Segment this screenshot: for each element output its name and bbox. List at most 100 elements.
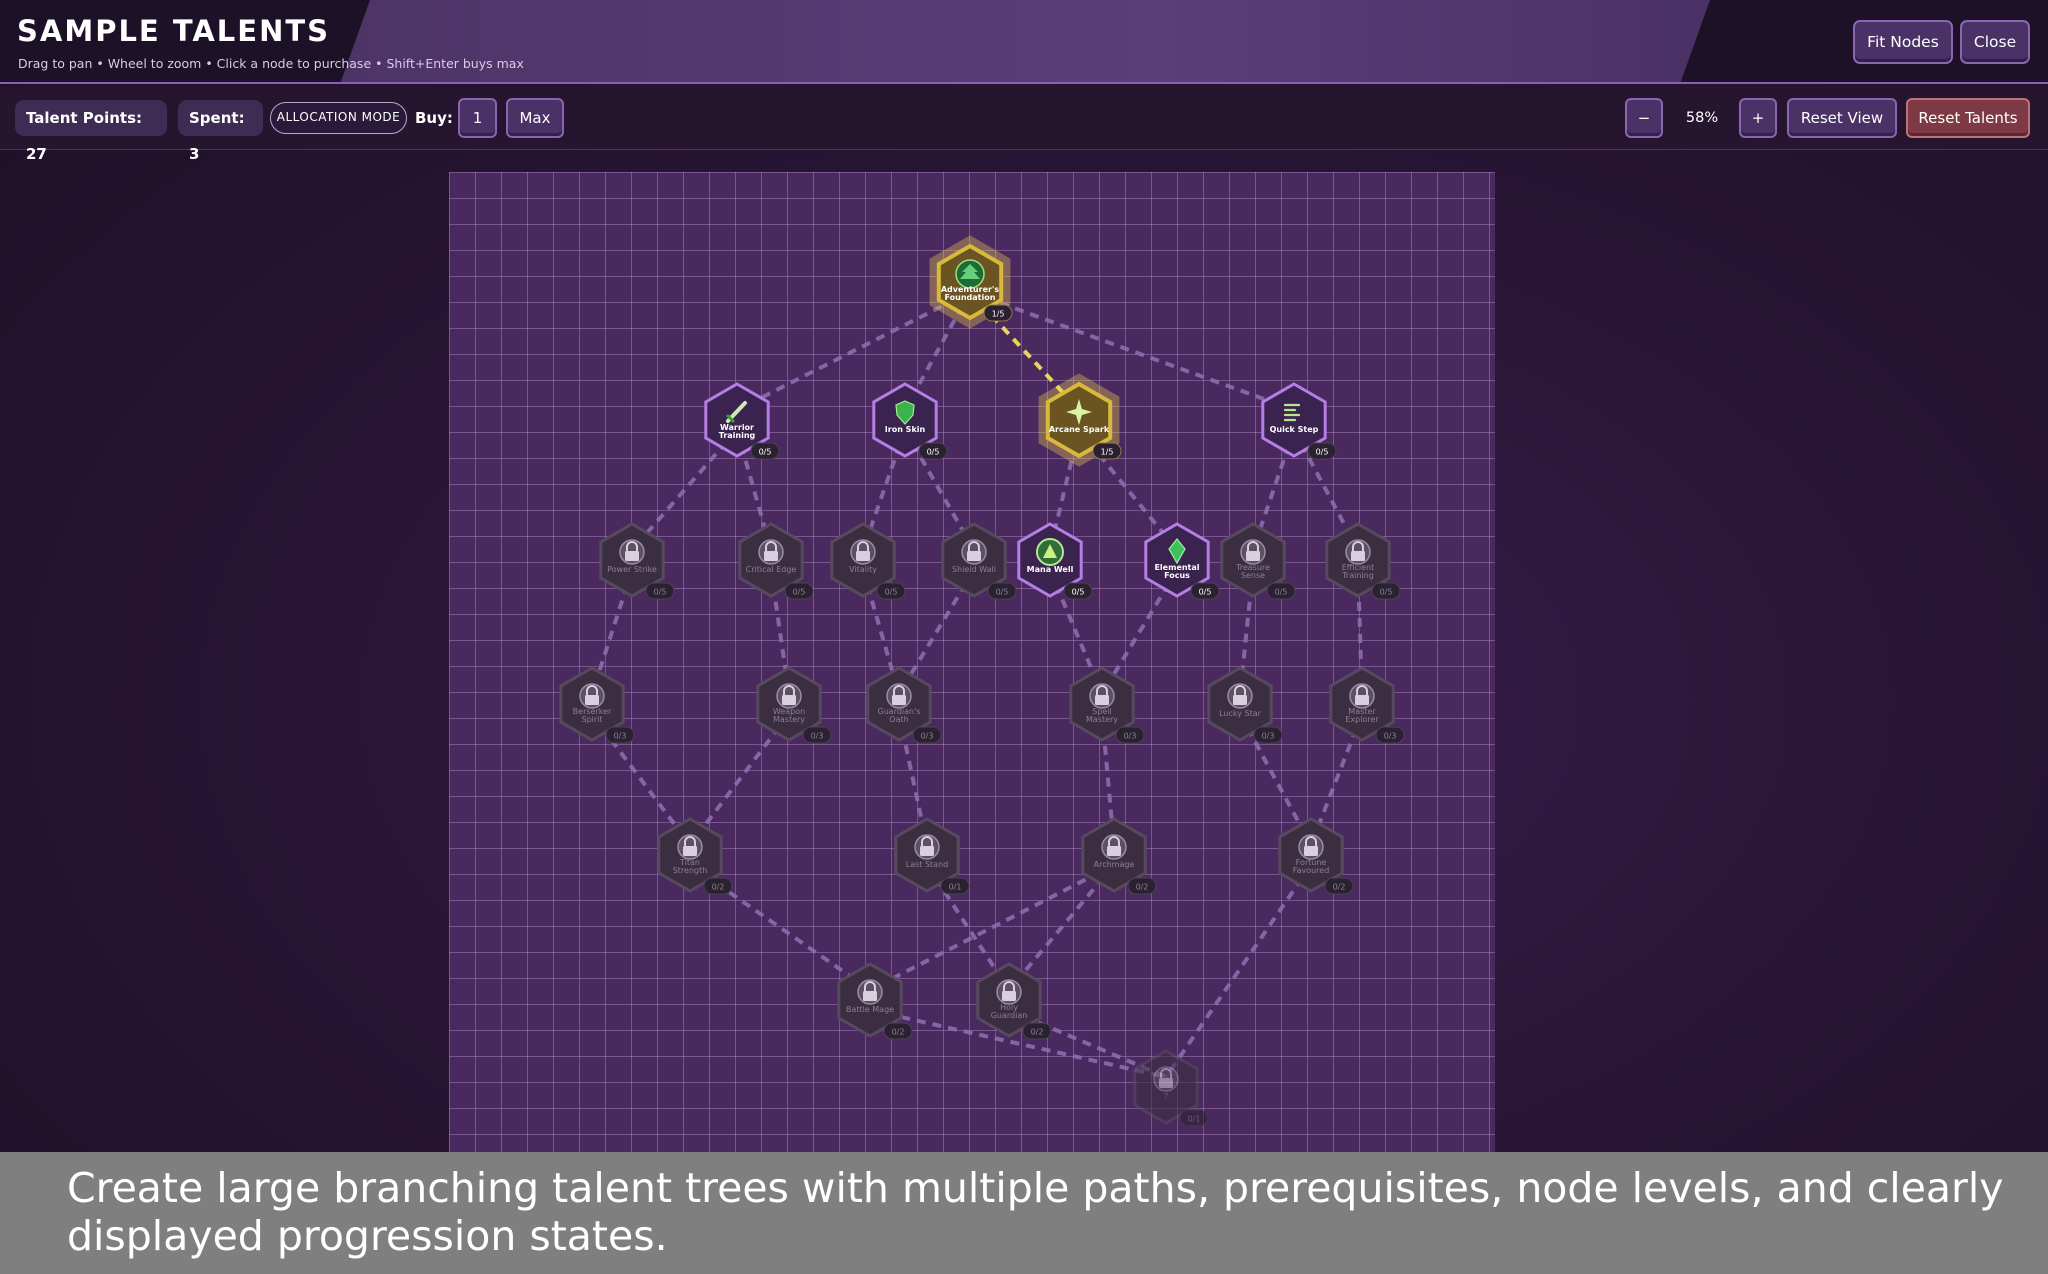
level-text: 0/5 [1275,588,1288,597]
node-label: Explorer [1345,715,1379,724]
level-text: 1/5 [1101,448,1114,457]
node-label: Oath [889,715,908,724]
lock-icon [619,539,645,565]
level-text: 0/5 [885,588,898,597]
node-label: Critical Edge [746,565,797,574]
lock-icon [850,539,876,565]
node-label: Archmage [1094,860,1135,869]
talent-node-treasure-sense[interactable]: TreasureSense0/5 [1220,522,1296,600]
level-text: 0/5 [1199,588,1212,597]
talent-node-archmage[interactable]: Archmage 0/2 [1081,817,1157,895]
lock-icon [1101,834,1127,860]
level-text: 0/3 [811,732,824,741]
node-label: Quick Step [1270,425,1319,434]
talent-node-efficient-training[interactable]: EfficientTraining0/5 [1325,522,1401,600]
talent-node-critical-edge[interactable]: Critical Edge 0/5 [738,522,814,600]
level-text: 0/1 [949,883,962,892]
talent-node-titan-strength[interactable]: TitanStrength0/2 [657,817,733,895]
level-text: 0/2 [712,883,725,892]
level-text: 0/3 [1262,732,1275,741]
talent-node-shield-wall[interactable]: Shield Wall 0/5 [941,522,1017,600]
talent-node-guardians-oath[interactable]: Guardian'sOath0/3 [866,666,942,744]
zoom-level-readout: 58% [1685,110,1719,126]
talent-node-adventurers-foundation[interactable]: Adventurer'sFoundation1/5 [929,235,1013,329]
lock-icon [677,834,703,860]
talent-node-elemental-focus[interactable]: ElementalFocus0/5 [1144,522,1220,600]
node-label: Battle Mage [846,1005,894,1014]
lock-icon [1298,834,1324,860]
talent-points-badge: Talent Points: 27 [15,100,167,163]
talent-node-iron-skin[interactable]: Iron Skin 0/5 [872,382,948,460]
level-text: 0/5 [1316,448,1329,457]
mana-icon [1036,538,1064,566]
talent-tree-canvas[interactable]: Adventurer's Foundation 1/5 Warrior Training… [449,172,1495,1152]
buy-one-button[interactable]: 1 [458,98,497,138]
lock-icon [961,539,987,565]
level-text: 0/3 [1124,732,1137,741]
lock-icon [914,834,940,860]
lock-icon [1089,683,1115,709]
fit-nodes-button[interactable]: Fit Nodes [1853,20,1953,64]
talent-node-hidden-capstone[interactable]: ? 0/1 [1133,1049,1209,1127]
talent-node-spell-mastery[interactable]: SpellMastery0/3 [1069,666,1145,744]
allocation-mode-toggle[interactable]: ALLOCATION MODE [270,102,407,134]
level-text: 0/5 [793,588,806,597]
level-text: 0/5 [1072,588,1085,597]
zoom-in-button[interactable]: + [1739,98,1777,138]
talent-node-holy-guardian[interactable]: HolyGuardian0/2 [976,962,1052,1040]
connection-adventurers-foundation-to-warrior-training [736,290,971,412]
talent-node-vitality[interactable]: Vitality 0/5 [830,522,906,600]
connection-fortune-favoured-to-hidden-capstone [1164,863,1313,1079]
node-label: Strength [673,866,708,875]
caption-text: Create large branching talent trees with… [67,1164,2004,1260]
node-label: Arcane Spark [1049,425,1110,434]
node-label: Focus [1164,571,1190,580]
connection-adventurers-foundation-to-quick-step [969,290,1295,412]
close-button[interactable]: Close [1960,20,2030,64]
node-label: Training [1341,571,1374,580]
node-label: Vitality [849,565,877,574]
talent-node-weapon-mastery[interactable]: WeaponMastery0/3 [756,666,832,744]
lock-icon [886,683,912,709]
reset-view-button[interactable]: Reset View [1787,98,1897,138]
spent-points-badge: Spent: 3 [178,100,263,163]
toolbar: Talent Points: 27 Spent: 3 ALLOCATION MO… [0,86,2048,163]
header-bar: SAMPLE TALENTS Drag to pan • Wheel to zo… [0,0,2048,84]
lock-icon [1345,539,1371,565]
node-label: Lucky Star [1219,709,1262,718]
buy-label: Buy: [415,109,453,127]
talent-node-fortune-favoured[interactable]: FortuneFavoured0/2 [1278,817,1354,895]
lock-icon [758,539,784,565]
talent-node-power-strike[interactable]: Power Strike 0/5 [599,522,675,600]
talent-node-mana-well[interactable]: Mana Well 0/5 [1017,522,1093,600]
header-decoration [340,0,1710,84]
node-label: Sense [1241,571,1265,580]
level-text: 0/2 [1031,1028,1044,1037]
zoom-out-button[interactable]: − [1625,98,1663,138]
reset-talents-button[interactable]: Reset Talents [1906,98,2030,138]
talent-node-battle-mage[interactable]: Battle Mage 0/2 [837,962,913,1040]
talent-node-master-explorer[interactable]: MasterExplorer0/3 [1329,666,1405,744]
node-label: ? [1164,1092,1168,1101]
level-text: 0/2 [1333,883,1346,892]
lock-icon [776,683,802,709]
connection-weapon-mastery-to-titan-strength [688,712,791,847]
connection-archmage-to-battle-mage [869,863,1115,992]
talent-node-lucky-star[interactable]: Lucky Star 0/3 [1207,666,1283,744]
buy-max-button[interactable]: Max [506,98,564,138]
level-text: 0/5 [654,588,667,597]
level-text: 0/3 [614,732,627,741]
node-label: Power Strike [607,565,657,574]
node-label: Favoured [1293,866,1330,875]
talent-node-berserker-spirit[interactable]: BerserkerSpirit0/3 [559,666,635,744]
node-label: Mastery [773,715,805,724]
controls-hint: Drag to pan • Wheel to zoom • Click a no… [18,56,524,71]
talent-node-arcane-spark[interactable]: Arcane Spark 1/5 [1038,373,1122,467]
talent-node-last-stand[interactable]: Last Stand 0/1 [894,817,970,895]
lock-icon [1349,683,1375,709]
page-title: SAMPLE TALENTS [17,14,331,48]
talent-node-quick-step[interactable]: Quick Step 0/5 [1261,382,1337,460]
level-text: 0/2 [1136,883,1149,892]
level-text: 0/3 [1384,732,1397,741]
level-text: 0/5 [927,448,940,457]
